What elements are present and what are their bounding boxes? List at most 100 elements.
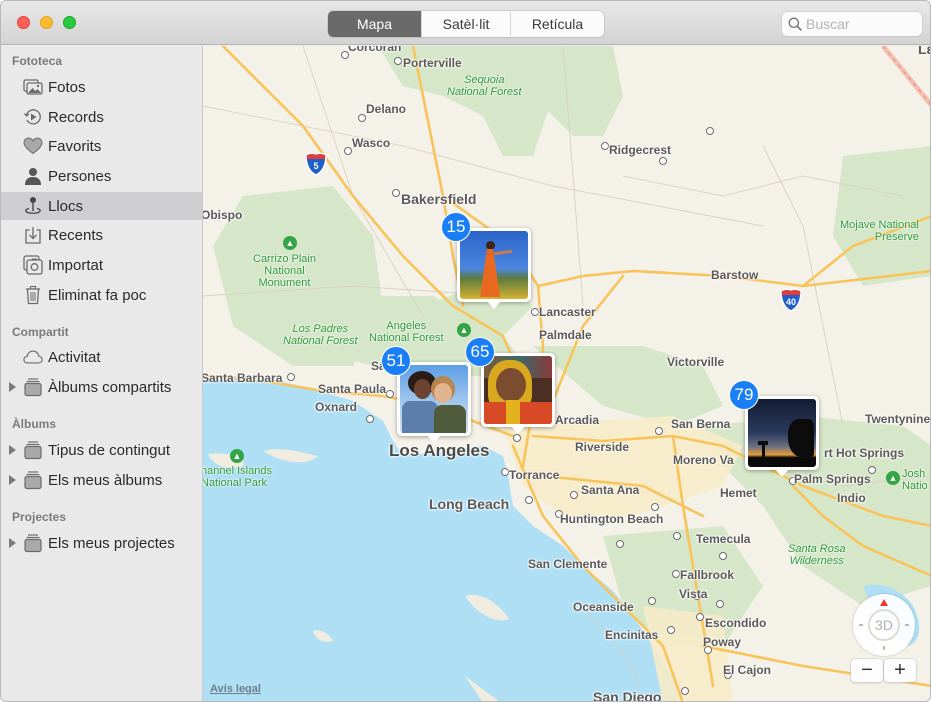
search-field[interactable] (782, 12, 922, 36)
park-label-los-padres: Los Padres National Forest (283, 323, 358, 347)
city-marker (344, 147, 352, 155)
sidebar-item-recently-deleted[interactable]: Eliminat fa poc (1, 281, 202, 309)
city-marker (672, 570, 680, 578)
sidebar-item-my-projects[interactable]: Els meus projectes (1, 529, 202, 557)
city-marker (287, 373, 295, 381)
city-marker (366, 415, 374, 423)
album-stack-icon (23, 470, 43, 490)
close-button[interactable] (17, 16, 30, 29)
map-label-santa-paula: Santa Paula (318, 382, 387, 396)
zoom-in-button[interactable]: + (884, 659, 916, 682)
photo-count-badge: 51 (381, 346, 411, 376)
park-label-mojave: Mojave National Preserve (840, 219, 919, 243)
person-icon (23, 166, 43, 186)
park-label-santa-rosa: Santa Rosa Wilderness (788, 543, 846, 567)
photo-count-badge: 15 (441, 212, 471, 242)
map-label-el-cajon: El Cajon (723, 663, 772, 677)
map-label-palmdale: Palmdale (539, 328, 592, 342)
map-label-twentynine-palms: Twentynine (865, 412, 931, 426)
park-label-joshua-tree: Josh Natio (902, 468, 928, 492)
sidebar-item-imported[interactable]: Importat (1, 251, 202, 279)
legal-notice-link[interactable]: Avís legal (210, 683, 261, 695)
map-view[interactable]: Corcoran Porterville Delano Wasco Ridgec… (203, 46, 931, 701)
city-marker (655, 427, 663, 435)
zoom-out-button[interactable]: − (851, 659, 883, 682)
sidebar-item-label: Recents (48, 226, 104, 244)
disclosure-triangle-icon[interactable] (9, 445, 16, 455)
photos-icon (23, 77, 43, 97)
sidebar-item-photos[interactable]: Fotos (1, 73, 202, 101)
album-stack-icon (23, 440, 43, 460)
trash-icon (23, 285, 43, 305)
north-indicator-icon (880, 599, 888, 606)
disclosure-triangle-icon[interactable] (9, 475, 16, 485)
park-label-carrizo: Carrizo Plain National Monument (253, 253, 316, 289)
sidebar-item-label: Els meus projectes (48, 534, 175, 552)
map-label-los-angeles: Los Angeles (389, 441, 490, 460)
tab-map[interactable]: Mapa (328, 11, 422, 37)
map-label-san-bernardino: San Berna (671, 417, 731, 431)
map-label-corcoran: Corcoran (348, 46, 402, 54)
section-header-projects: Projectes (12, 510, 67, 524)
search-input[interactable] (806, 16, 916, 32)
compass-3d-control[interactable]: 3D (853, 594, 915, 656)
minimize-button[interactable] (40, 16, 53, 29)
park-tree-icon: ▲ (886, 471, 900, 485)
park-tree-icon: ▲ (283, 236, 297, 250)
park-tree-icon: ▲ (230, 449, 244, 463)
city-marker (719, 552, 727, 560)
sidebar-item-label: Records (48, 108, 104, 126)
3d-toggle-button[interactable]: 3D (868, 609, 900, 641)
sidebar-item-label: Fotos (48, 78, 86, 96)
map-label-escondido: Escondido (705, 616, 767, 630)
city-marker (673, 532, 681, 540)
sidebar-item-favorites[interactable]: Favorits (1, 132, 202, 160)
sidebar: Fototeca Fotos Records Favorits Persones (1, 46, 203, 701)
map-label-delano: Delano (366, 102, 407, 116)
interstate-shield-icon: 5 (305, 152, 327, 176)
sidebar-item-people[interactable]: Persones (1, 162, 202, 190)
city-marker (616, 540, 624, 548)
park-tree-icon: ▲ (457, 323, 471, 337)
sidebar-item-label: Els meus àlbums (48, 471, 163, 489)
import-tray-icon (23, 225, 43, 245)
title-bar: Mapa Satèl·lit Retícula (1, 1, 930, 45)
photo-count-badge: 65 (465, 337, 495, 367)
sidebar-item-activity[interactable]: Activitat (1, 343, 202, 371)
sidebar-item-media-types[interactable]: Tipus de contingut (1, 436, 202, 464)
sidebar-item-label: Persones (48, 167, 112, 185)
sidebar-item-my-albums[interactable]: Els meus àlbums (1, 466, 202, 494)
tab-satellite[interactable]: Satèl·lit (422, 11, 511, 37)
map-label-barstow: Barstow (711, 268, 759, 282)
map-label-moreno-valley: Moreno Va (673, 453, 734, 467)
disclosure-triangle-icon[interactable] (9, 382, 16, 392)
sidebar-item-label: Favorits (48, 137, 102, 155)
view-mode-segmented-control: Mapa Satèl·lit Retícula (328, 11, 604, 37)
sidebar-item-memories[interactable]: Records (1, 103, 202, 131)
sidebar-item-shared-albums[interactable]: Àlbums compartits (1, 373, 202, 401)
park-label-sequoia: Sequoia National Forest (447, 74, 522, 98)
tab-grid[interactable]: Retícula (511, 11, 604, 37)
compass-tick (883, 646, 885, 650)
sidebar-item-places[interactable]: Llocs (1, 192, 202, 220)
svg-text:5: 5 (313, 161, 318, 171)
map-label-indio: Indio (837, 491, 866, 505)
park-label-angeles: Angeles National Forest (369, 320, 444, 344)
photo-count-badge: 79 (729, 380, 759, 410)
map-label-santa-ana: Santa Ana (581, 483, 640, 497)
map-label-wasco: Wasco (352, 136, 391, 150)
zoom-button[interactable] (63, 16, 76, 29)
disclosure-triangle-icon[interactable] (9, 538, 16, 548)
map-label-arcadia: Arcadia (555, 413, 600, 427)
city-marker (648, 597, 656, 605)
city-marker (525, 496, 533, 504)
sidebar-item-recents[interactable]: Recents (1, 221, 202, 249)
album-stack-icon (23, 533, 43, 553)
map-label-bakersfield: Bakersfield (401, 191, 477, 207)
map-label-temecula: Temecula (696, 532, 751, 546)
svg-text:40: 40 (786, 297, 796, 307)
photo-thumbnail (400, 365, 468, 433)
section-header-library: Fototeca (12, 54, 63, 68)
sidebar-item-label: Activitat (48, 348, 101, 366)
map-label-obispo: Obispo (203, 208, 243, 222)
